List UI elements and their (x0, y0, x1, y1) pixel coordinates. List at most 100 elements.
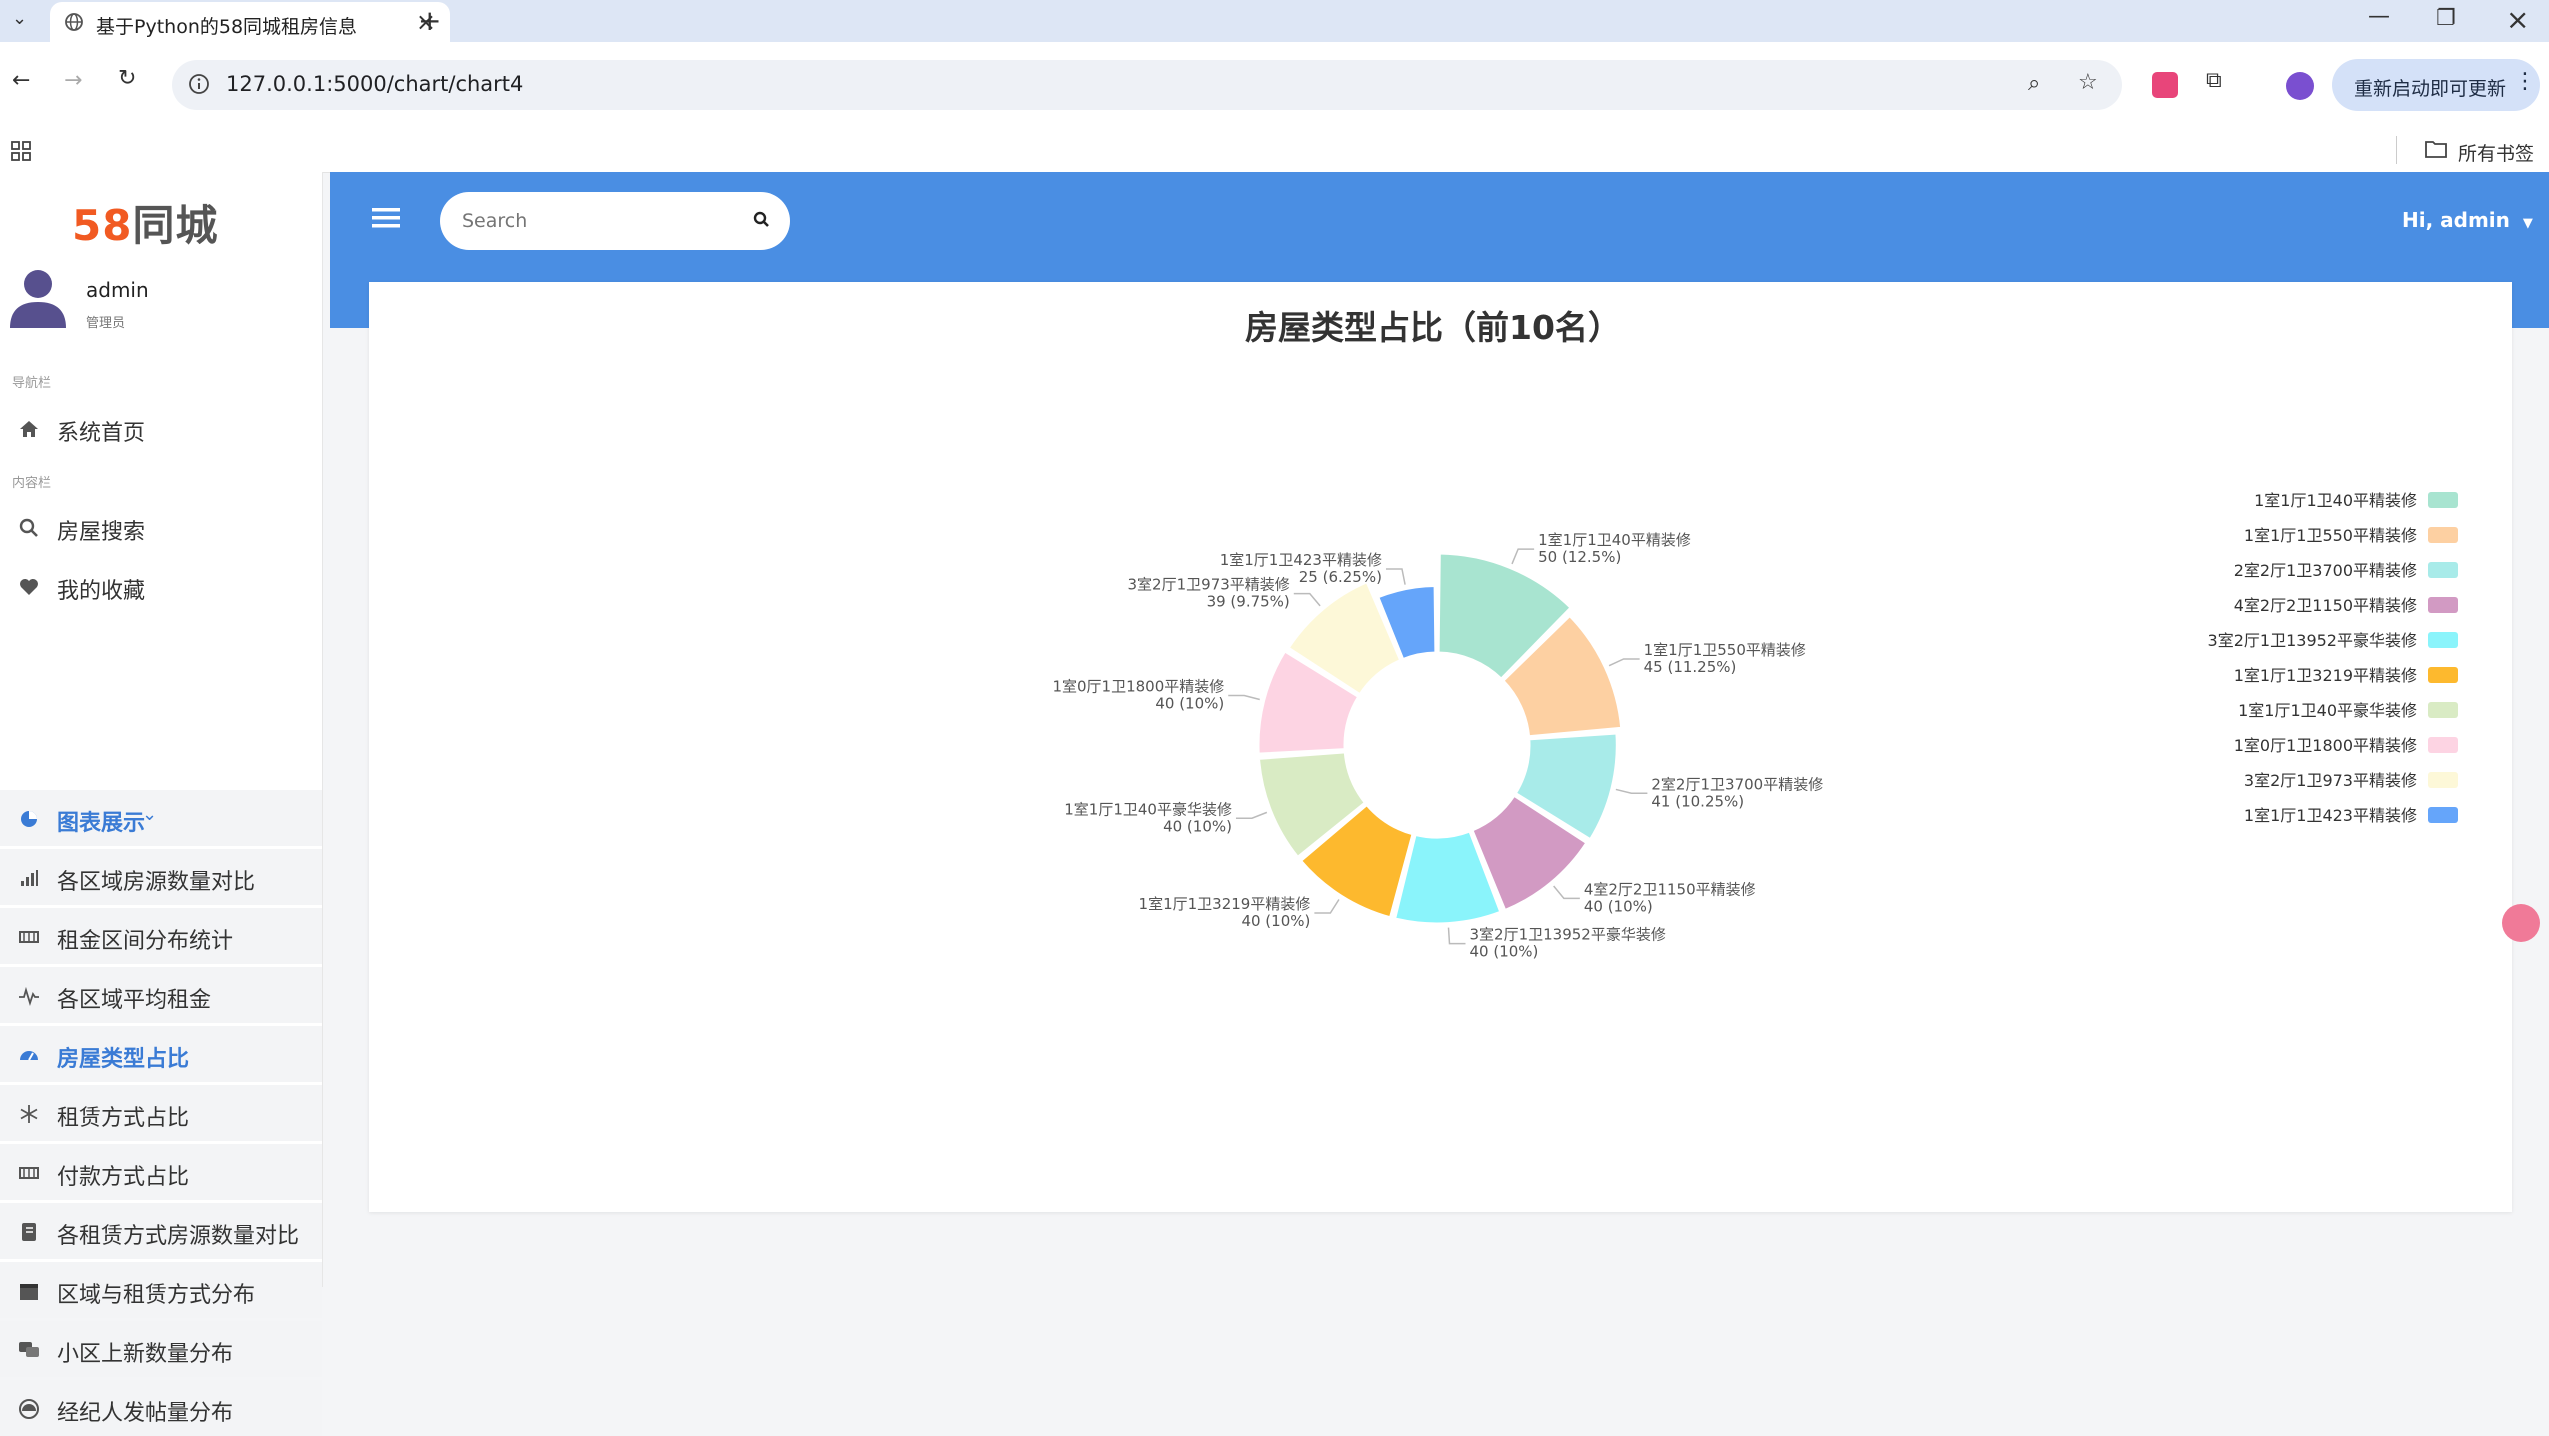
legend-label[interactable]: 3室2厅1卫13952平豪华装修 (2208, 631, 2417, 650)
hamburger-menu-icon[interactable] (372, 207, 400, 229)
slice-label: 1室1厅1卫40平精装修 (1538, 531, 1691, 549)
legend-label[interactable]: 1室1厅1卫40平豪华装修 (2238, 701, 2417, 720)
browser-tab-bar: ⌄ 基于Python的58同城租房信息 × + — ❐ × (0, 0, 2549, 42)
legend-swatch[interactable] (2428, 632, 2458, 648)
update-button-label: 重新启动即可更新 (2354, 78, 2507, 100)
slice-label: 2室2厅1卫3700平精装修 (1651, 775, 1823, 793)
tab-title: 基于Python的58同城租房信息 (96, 16, 358, 38)
legend-label[interactable]: 4室2厅2卫1150平精装修 (2234, 596, 2417, 615)
slice-label: 1室0厅1卫1800平精装修 (1052, 678, 1224, 696)
sidebar-item-house-type[interactable]: 房屋类型占比 (0, 1026, 322, 1082)
calendar-icon (20, 1284, 38, 1300)
sidebar-item-favorites[interactable]: 我的收藏 (0, 558, 322, 614)
dashboard-icon (19, 1399, 39, 1419)
back-icon[interactable]: ← (12, 68, 30, 93)
url-bar[interactable]: 127.0.0.1:5000/chart/chart4 ⌕ ☆ (172, 60, 2122, 110)
folder-icon (2425, 141, 2447, 158)
all-bookmarks-label[interactable]: 所有书签 (2458, 139, 2534, 166)
legend-label[interactable]: 3室2厅1卫973平精装修 (2244, 771, 2417, 790)
user-role: 管理员 (86, 316, 126, 331)
gauge-icon (20, 1051, 38, 1061)
slice-value-label: 45 (11.25%) (1644, 658, 1737, 676)
sidebar-item-lease-count[interactable]: 各租赁方式房源数量对比 (0, 1203, 322, 1259)
legend-label[interactable]: 1室1厅1卫40平精装修 (2254, 491, 2417, 510)
sidebar-item-charts[interactable]: 图表展示 ⌄ (0, 790, 322, 846)
grid-icon (19, 931, 39, 943)
pie-chart-icon (21, 811, 37, 827)
sidebar-item-payment-type[interactable]: 付款方式占比 (0, 1144, 322, 1200)
tab-list-chevron-icon[interactable]: ⌄ (12, 8, 27, 29)
window-close-icon[interactable]: × (2506, 3, 2529, 36)
user-name: admin (86, 278, 149, 302)
forward-icon[interactable]: → (64, 68, 82, 93)
legend-label[interactable]: 1室1厅1卫550平精装修 (2244, 526, 2417, 545)
legend-swatch[interactable] (2428, 527, 2458, 543)
bookmarks-bar: 所有书签 (0, 128, 2549, 173)
sidebar-item-district-lease[interactable]: 区域与租赁方式分布 (0, 1262, 322, 1318)
chart-card: 房屋类型占比（前10名） 1室1厅1卫40平精装修 50 (12.5%) 1室1厅1… (369, 282, 2512, 1212)
sidebar-item-lease-type[interactable]: 租赁方式占比 (0, 1085, 322, 1141)
slice-value-label: 40 (10%) (1163, 817, 1232, 835)
sidebar-item-rent-range[interactable]: 租金区间分布统计 (0, 908, 322, 964)
menu-dots-icon[interactable]: ⋮ (2514, 69, 2536, 94)
legend-label[interactable]: 1室0厅1卫1800平精装修 (2234, 736, 2417, 755)
legend-swatch[interactable] (2428, 807, 2458, 823)
bookmark-star-icon[interactable]: ☆ (2078, 70, 2098, 95)
search-input[interactable] (460, 206, 734, 236)
slice-label: 1室1厅1卫423平精装修 (1220, 551, 1382, 569)
sidebar-item-district-count[interactable]: 各区域房源数量对比 (0, 849, 322, 905)
new-tab-icon[interactable]: + (418, 4, 441, 37)
sidebar-item-label: 房屋搜索 (57, 520, 146, 545)
sidebar-item-home[interactable]: 系统首页 (0, 400, 322, 456)
legend-swatch[interactable] (2428, 702, 2458, 718)
address-toolbar: ← → ↻ 127.0.0.1:5000/chart/chart4 ⌕ ☆ ⧉ … (0, 42, 2549, 128)
search-box (440, 192, 790, 250)
update-button[interactable]: 重新启动即可更新 ⋮ (2332, 59, 2540, 111)
zoom-icon[interactable]: ⌕ (2028, 71, 2040, 96)
legend-swatch[interactable] (2428, 492, 2458, 508)
sidebar-item-label: 各区域平均租金 (57, 988, 212, 1013)
slice-value-label: 40 (10%) (1241, 912, 1310, 930)
search-icon (19, 518, 38, 537)
search-icon[interactable] (752, 210, 772, 230)
user-menu[interactable]: Hi, admin ▼ (2402, 208, 2533, 232)
legend-swatch[interactable] (2428, 597, 2458, 613)
legend-swatch[interactable] (2428, 562, 2458, 578)
globe-icon (65, 13, 83, 31)
site-logo[interactable]: 58同城 (72, 192, 218, 253)
site-info-icon[interactable] (188, 73, 210, 95)
legend-label[interactable]: 1室1厅1卫3219平精装修 (2234, 666, 2417, 685)
translate-extension-icon[interactable] (2152, 72, 2178, 98)
legend-swatch[interactable] (2428, 667, 2458, 683)
slice-label: 4室2厅2卫1150平精装修 (1584, 880, 1756, 898)
reload-icon[interactable]: ↻ (118, 66, 136, 91)
section-content-label: 内容栏 (12, 476, 52, 491)
profile-avatar-icon[interactable] (2286, 72, 2314, 100)
sidebar-item-avg-rent[interactable]: 各区域平均租金 (0, 967, 322, 1023)
browser-tab[interactable]: 基于Python的58同城租房信息 × (50, 2, 450, 42)
sidebar-item-agent-posts[interactable]: 经纪人发帖量分布 (0, 1380, 322, 1436)
restore-icon[interactable]: ❐ (2436, 6, 2456, 31)
sidebar: 58同城 admin 管理员 导航栏 内容栏 系统首页 房屋搜索 我的收藏 图表… (0, 172, 323, 1436)
sidebar-item-new-listings[interactable]: 小区上新数量分布 (0, 1321, 322, 1377)
comments-icon (19, 1342, 39, 1357)
legend-swatch[interactable] (2428, 737, 2458, 753)
extensions-icon[interactable]: ⧉ (2206, 68, 2222, 93)
legend-label[interactable]: 1室1厅1卫423平精装修 (2244, 806, 2417, 825)
slice-label: 3室2厅1卫973平精装修 (1128, 576, 1290, 594)
sidebar-item-label: 图表展示 (57, 811, 146, 836)
sidebar-item-house-search[interactable]: 房屋搜索 (0, 499, 322, 555)
caret-down-icon: ▼ (2522, 216, 2533, 231)
slice-value-label: 25 (6.25%) (1299, 568, 1382, 586)
label-leader-line (1511, 548, 1535, 565)
legend-swatch[interactable] (2428, 772, 2458, 788)
sidebar-item-label: 租金区间分布统计 (57, 929, 234, 954)
label-leader-line (1235, 811, 1268, 820)
label-leader-line (1615, 788, 1648, 795)
minimize-icon[interactable]: — (2368, 4, 2390, 29)
legend-label[interactable]: 2室2厅1卫3700平精装修 (2234, 561, 2417, 580)
sidebar-item-label: 系统首页 (57, 421, 146, 446)
apps-grid-icon[interactable] (10, 140, 32, 162)
translate-float-button[interactable] (2502, 904, 2540, 942)
user-greeting: Hi, admin (2402, 208, 2510, 232)
